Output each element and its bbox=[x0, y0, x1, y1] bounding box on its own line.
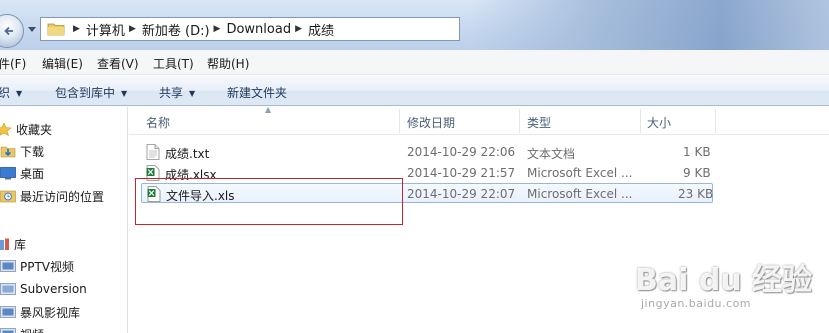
nav-library-subversion-label: Subversion bbox=[20, 282, 87, 296]
dropdown-arrow-icon: ▼ bbox=[189, 89, 196, 98]
excel-file-icon bbox=[147, 186, 161, 202]
excel-file-icon bbox=[146, 165, 160, 181]
breadcrumb-download[interactable]: Download bbox=[226, 22, 291, 37]
breadcrumb-separator-icon[interactable]: ▶ bbox=[295, 24, 302, 34]
file-modified: 2014-10-29 22:06 bbox=[407, 145, 516, 159]
video-library-icon bbox=[0, 328, 16, 333]
menu-view[interactable]: 查看(V) bbox=[97, 55, 139, 72]
folder-icon bbox=[47, 23, 65, 36]
file-size: 23 KB bbox=[678, 187, 714, 201]
dropdown-arrow-icon: ▼ bbox=[16, 89, 23, 98]
video-library-icon bbox=[0, 260, 16, 272]
column-divider[interactable] bbox=[715, 109, 716, 133]
star-icon bbox=[0, 122, 12, 136]
column-type[interactable]: 类型 bbox=[527, 114, 551, 131]
file-name: 成绩.xlsx bbox=[165, 168, 217, 182]
breadcrumb-separator-icon[interactable]: ▶ bbox=[129, 24, 136, 34]
sort-ascending-icon: ▲ bbox=[265, 105, 272, 114]
column-modified[interactable]: 修改日期 bbox=[407, 114, 455, 131]
nav-libraries[interactable]: 库 bbox=[0, 234, 26, 254]
table-row[interactable]: 成绩.txt 2014-10-29 22:06 文本文档 1 KB bbox=[141, 142, 713, 162]
column-header-row: ▲ 名称 修改日期 类型 大小 bbox=[129, 105, 829, 135]
back-button[interactable] bbox=[0, 14, 24, 48]
command-bar: 织 ▼ 包含到库中 ▼ 共享 ▼ 新建文件夹 bbox=[0, 76, 829, 106]
navigation-pane: 收藏夹 下载 桌面 最近访问的位置 库 PPTV视频 Subversion 暴风… bbox=[0, 107, 128, 333]
library-icon bbox=[0, 238, 9, 250]
share-button[interactable]: 共享 ▼ bbox=[159, 84, 195, 101]
menu-file[interactable]: 件(F) bbox=[0, 55, 26, 72]
file-type: Microsoft Excel ... bbox=[527, 166, 633, 180]
menu-bar: 件(F) 编辑(E) 查看(V) 工具(T) 帮助(H) bbox=[0, 50, 829, 75]
nav-library-pptv[interactable]: PPTV视频 bbox=[0, 256, 74, 276]
nav-libraries-label: 库 bbox=[14, 237, 27, 252]
nav-library-videos[interactable]: 视频 bbox=[0, 324, 44, 333]
table-row-selected[interactable]: 文件导入.xls 2014-10-29 22:07 Microsoft Exce… bbox=[141, 183, 713, 203]
nav-favorites-label: 收藏夹 bbox=[16, 122, 53, 137]
breadcrumb-separator-icon[interactable]: ▶ bbox=[214, 24, 221, 34]
include-in-library-button[interactable]: 包含到库中 ▼ bbox=[55, 84, 127, 101]
breadcrumb-separator-icon[interactable]: ▶ bbox=[73, 24, 80, 34]
new-folder-button[interactable]: 新建文件夹 bbox=[227, 84, 287, 101]
desktop-icon bbox=[0, 167, 16, 180]
column-divider[interactable] bbox=[519, 109, 520, 133]
video-library-icon bbox=[0, 306, 16, 318]
breadcrumb-current-folder[interactable]: 成绩 bbox=[308, 20, 334, 39]
dropdown-arrow-icon: ▼ bbox=[121, 89, 128, 98]
column-divider[interactable] bbox=[640, 109, 641, 133]
nav-favorites[interactable]: 收藏夹 bbox=[0, 119, 52, 139]
nav-library-videos-label: 视频 bbox=[20, 326, 44, 333]
file-name: 成绩.txt bbox=[165, 147, 210, 161]
window-glass-background bbox=[469, 0, 829, 50]
breadcrumb-computer[interactable]: 计算机 bbox=[86, 20, 125, 39]
file-type: Microsoft Excel ... bbox=[527, 187, 633, 201]
nav-downloads[interactable]: 下载 bbox=[0, 141, 44, 161]
nav-recent-places-label: 最近访问的位置 bbox=[20, 189, 105, 204]
file-name: 文件导入.xls bbox=[166, 189, 235, 203]
downloads-folder-icon bbox=[0, 146, 16, 158]
menu-help[interactable]: 帮助(H) bbox=[207, 55, 249, 72]
menu-tools[interactable]: 工具(T) bbox=[153, 55, 194, 72]
nav-desktop-label: 桌面 bbox=[20, 166, 45, 181]
include-in-library-label: 包含到库中 bbox=[55, 86, 116, 100]
file-list: ▲ 名称 修改日期 类型 大小 成绩.txt 2014-10-29 22:06 … bbox=[129, 105, 829, 333]
organize-button[interactable]: 织 ▼ bbox=[0, 84, 22, 101]
menu-edit[interactable]: 编辑(E) bbox=[42, 55, 83, 72]
share-label: 共享 bbox=[159, 86, 184, 100]
recent-pages-dropdown-icon[interactable] bbox=[28, 27, 36, 33]
column-size[interactable]: 大小 bbox=[647, 114, 671, 131]
nav-library-subversion[interactable]: Subversion bbox=[0, 279, 87, 299]
file-size: 9 KB bbox=[683, 166, 711, 180]
nav-downloads-label: 下载 bbox=[20, 144, 45, 159]
address-bar-row: ▶ 计算机 ▶ 新加卷 (D:) ▶ Download ▶ 成绩 bbox=[0, 0, 829, 50]
file-modified: 2014-10-29 21:57 bbox=[407, 166, 516, 180]
file-size: 1 KB bbox=[683, 145, 711, 159]
library-folder-icon bbox=[0, 283, 16, 295]
breadcrumb-drive-d[interactable]: 新加卷 (D:) bbox=[142, 20, 210, 39]
nav-library-baofeng[interactable]: 暴风影视库 bbox=[0, 302, 80, 322]
back-arrow-icon bbox=[4, 26, 13, 36]
column-name[interactable]: 名称 bbox=[146, 114, 170, 131]
table-row[interactable]: 成绩.xlsx 2014-10-29 21:57 Microsoft Excel… bbox=[141, 163, 713, 183]
organize-label: 织 bbox=[0, 86, 11, 100]
address-box[interactable]: ▶ 计算机 ▶ 新加卷 (D:) ▶ Download ▶ 成绩 bbox=[40, 17, 460, 41]
file-type: 文本文档 bbox=[527, 147, 576, 161]
nav-library-pptv-label: PPTV视频 bbox=[20, 259, 75, 274]
column-divider[interactable] bbox=[399, 109, 400, 133]
nav-desktop[interactable]: 桌面 bbox=[0, 163, 44, 183]
text-file-icon bbox=[146, 144, 160, 160]
nav-library-baofeng-label: 暴风影视库 bbox=[20, 305, 81, 320]
recent-places-icon bbox=[0, 190, 16, 203]
nav-recent-places[interactable]: 最近访问的位置 bbox=[0, 186, 104, 206]
file-modified: 2014-10-29 22:07 bbox=[407, 187, 516, 201]
